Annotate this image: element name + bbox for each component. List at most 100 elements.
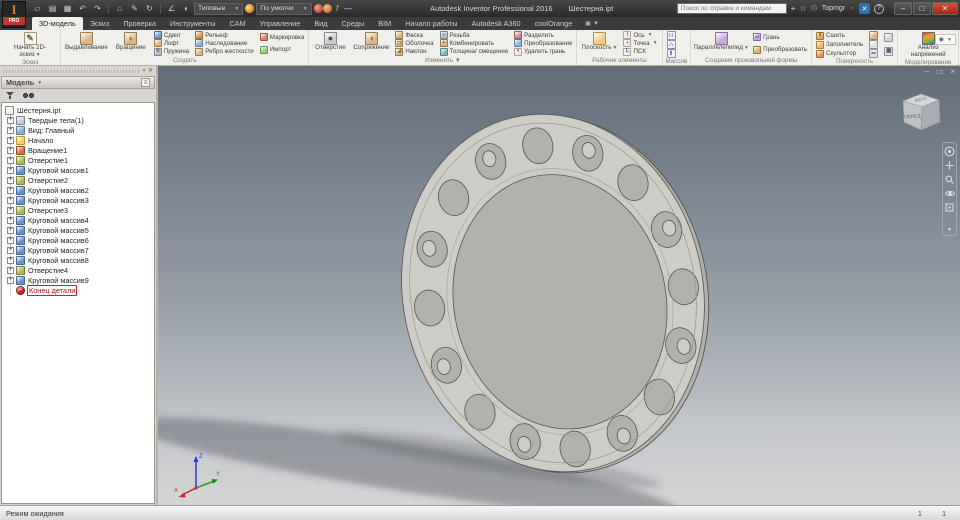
line-style-icon[interactable]: — bbox=[343, 3, 354, 14]
appearance-style-dropdown[interactable]: По умолчи ▼ bbox=[256, 2, 312, 15]
close-button[interactable]: ✕ bbox=[932, 2, 958, 15]
home-icon[interactable]: ⌂ bbox=[114, 3, 125, 14]
fillet-button[interactable]: ◖ Сопряжение bbox=[351, 31, 391, 56]
combine-button[interactable]: + Комбинировать bbox=[439, 39, 509, 48]
open-icon[interactable]: ▤ bbox=[47, 3, 58, 14]
drag-grip-icon[interactable] bbox=[3, 69, 140, 73]
surf-4-button[interactable] bbox=[884, 33, 894, 43]
community-icon[interactable]: ⌖ bbox=[791, 4, 796, 14]
expand-icon[interactable]: + bbox=[7, 266, 14, 274]
ucs-button[interactable]: L ПСК bbox=[623, 47, 657, 56]
dock-pin-icon[interactable]: ▪ bbox=[143, 68, 145, 74]
tree-item-hole-feature[interactable]: + Отверстие3 bbox=[7, 205, 154, 215]
tree-item-part-doc[interactable]: Шестерня.ipt bbox=[5, 105, 154, 115]
coil-button[interactable]: ≋ Пружина bbox=[153, 47, 189, 56]
tab-инструменты[interactable]: Инструменты bbox=[163, 17, 223, 30]
loft-button[interactable]: Лофт bbox=[153, 39, 189, 48]
pan-icon[interactable] bbox=[944, 160, 955, 171]
sketch-2d-button[interactable]: ✎ Начать 2D-эскиз▼ bbox=[2, 31, 58, 59]
expand-icon[interactable]: + bbox=[7, 206, 14, 214]
tree-item-circular-pattern-feature[interactable]: + Круговой массив2 bbox=[7, 185, 154, 195]
doc-minimize-button[interactable]: – bbox=[924, 68, 928, 76]
thread-button[interactable]: ≡ Резьба bbox=[439, 31, 509, 40]
close-icon[interactable]: ✕ bbox=[148, 68, 153, 74]
expand-icon[interactable]: + bbox=[7, 126, 14, 134]
minimize-button[interactable]: – bbox=[894, 2, 912, 15]
view-cube[interactable]: ВЕРХ ПЕРЕД bbox=[894, 84, 950, 140]
tree-item-circular-pattern-feature[interactable]: + Круговой массив1 bbox=[7, 165, 154, 175]
material-icon[interactable]: ◐ bbox=[181, 3, 192, 14]
zoom-icon[interactable] bbox=[944, 174, 955, 185]
patch-button[interactable]: Заполнитель bbox=[816, 40, 863, 49]
material-style-dropdown[interactable]: Типовые ▼ bbox=[194, 2, 244, 15]
tab-cam[interactable]: CAM bbox=[223, 17, 253, 30]
tree-item-hole-feature[interactable]: + Отверстие2 bbox=[7, 175, 154, 185]
move-body-button[interactable]: Преобразование bbox=[514, 39, 572, 48]
plane-button[interactable]: Плоскость▼ bbox=[579, 31, 619, 56]
tab-начало-работы[interactable]: Начало работы bbox=[398, 17, 464, 30]
tab-autodesk-a360[interactable]: Autodesk A360 bbox=[464, 17, 527, 30]
surf-5-button[interactable]: ▣ bbox=[884, 46, 894, 56]
tab-проверка[interactable]: Проверка bbox=[116, 17, 163, 30]
application-menu-button[interactable]: I PRO bbox=[2, 1, 26, 28]
surf-2-button[interactable] bbox=[869, 40, 879, 49]
import-button[interactable]: Импорт bbox=[259, 45, 305, 54]
tree-item-circular-pattern-feature[interactable]: + Круговой массив9 bbox=[7, 275, 154, 285]
browser-switch-icon[interactable]: ≡ bbox=[141, 78, 150, 87]
draft-button[interactable]: ◢ Наклон bbox=[395, 47, 433, 56]
orbit-icon[interactable] bbox=[944, 188, 955, 199]
help-icon[interactable]: ? bbox=[874, 3, 884, 14]
adjust-icon[interactable] bbox=[313, 4, 323, 13]
save-icon[interactable]: ▦ bbox=[62, 3, 73, 14]
chamfer-button[interactable]: Фаска bbox=[395, 31, 433, 40]
pattern-rect-button[interactable]: ∷ bbox=[666, 31, 676, 40]
axis-button[interactable]: / Ось ▼ bbox=[623, 31, 657, 40]
tab-3d-модель[interactable]: 3D-модель bbox=[32, 17, 83, 30]
surf-3-button[interactable]: ✂ bbox=[869, 49, 879, 58]
decal-button[interactable]: Маркировка bbox=[259, 33, 304, 42]
tree-item-circular-pattern-feature[interactable]: + Круговой массив4 bbox=[7, 215, 154, 225]
delete-face-button[interactable]: × Удалить грань bbox=[514, 47, 572, 56]
derive-button[interactable]: Наследование bbox=[195, 39, 253, 48]
signed-in-user[interactable]: Topmgr bbox=[822, 5, 845, 12]
new-file-icon[interactable]: ▱ bbox=[32, 3, 43, 14]
doc-restore-button[interactable]: ▭ bbox=[936, 68, 944, 76]
tree-item-circular-pattern-feature[interactable]: + Круговой массив3 bbox=[7, 195, 154, 205]
expand-icon[interactable]: + bbox=[7, 156, 14, 164]
pattern-circ-button[interactable]: ∴ bbox=[666, 40, 676, 49]
chevron-down-icon[interactable]: ▼ bbox=[850, 6, 855, 12]
user-icon[interactable]: ☉ bbox=[811, 4, 818, 13]
navigation-wheel-icon[interactable] bbox=[944, 146, 955, 157]
browser-dock-bar[interactable]: ▪ ✕ bbox=[0, 66, 156, 76]
measure-icon[interactable]: ∠ bbox=[166, 3, 177, 14]
expand-icon[interactable]: + bbox=[7, 136, 14, 144]
tree-item-revolve-feature[interactable]: + Вращение1 bbox=[7, 145, 154, 155]
tree-item-hole-feature[interactable]: + Отверстие4 bbox=[7, 265, 154, 275]
freeform-face-button[interactable]: ▱ Грань bbox=[753, 33, 807, 42]
expand-icon[interactable]: + bbox=[7, 116, 14, 124]
filter-icon[interactable] bbox=[6, 92, 14, 99]
tree-item-view[interactable]: + Вид: Главный bbox=[7, 125, 154, 135]
tree-item-end-of-part[interactable]: – Конец детали bbox=[7, 284, 154, 296]
color-ball-icon[interactable] bbox=[245, 4, 255, 13]
tab-управление[interactable]: Управление bbox=[253, 17, 308, 30]
maximize-button[interactable]: □ bbox=[913, 2, 931, 15]
expand-icon[interactable]: + bbox=[7, 166, 14, 174]
tree-item-origin-folder[interactable]: + Начало bbox=[7, 135, 154, 145]
split-button[interactable]: Разделить bbox=[514, 31, 572, 40]
undo-icon[interactable]: ↶ bbox=[77, 3, 88, 14]
favorites-icon[interactable]: ☆ bbox=[799, 4, 806, 13]
revolve-button[interactable]: ◗ Вращение bbox=[112, 31, 150, 56]
stitch-button[interactable]: ‖ Сшить bbox=[816, 31, 863, 40]
shell-button[interactable]: ◻ Оболочка bbox=[395, 39, 434, 48]
expand-icon[interactable]: + bbox=[7, 276, 14, 284]
point-button[interactable]: + Точка ▼ bbox=[623, 39, 658, 48]
tab-эскиз[interactable]: Эскиз bbox=[83, 17, 117, 30]
tab-overflow-icon[interactable]: ▣ ▼ bbox=[579, 17, 599, 30]
doc-close-button[interactable]: × bbox=[950, 68, 955, 76]
app-store-icon[interactable]: ✕ bbox=[859, 3, 870, 14]
tree-item-solid-folder[interactable]: + Твердые тела(1) bbox=[7, 115, 154, 125]
sketch-icon[interactable]: ✎ bbox=[129, 3, 140, 14]
tab-среды[interactable]: Среды bbox=[335, 17, 372, 30]
rib-button[interactable]: Ребро жесткости bbox=[195, 47, 254, 56]
